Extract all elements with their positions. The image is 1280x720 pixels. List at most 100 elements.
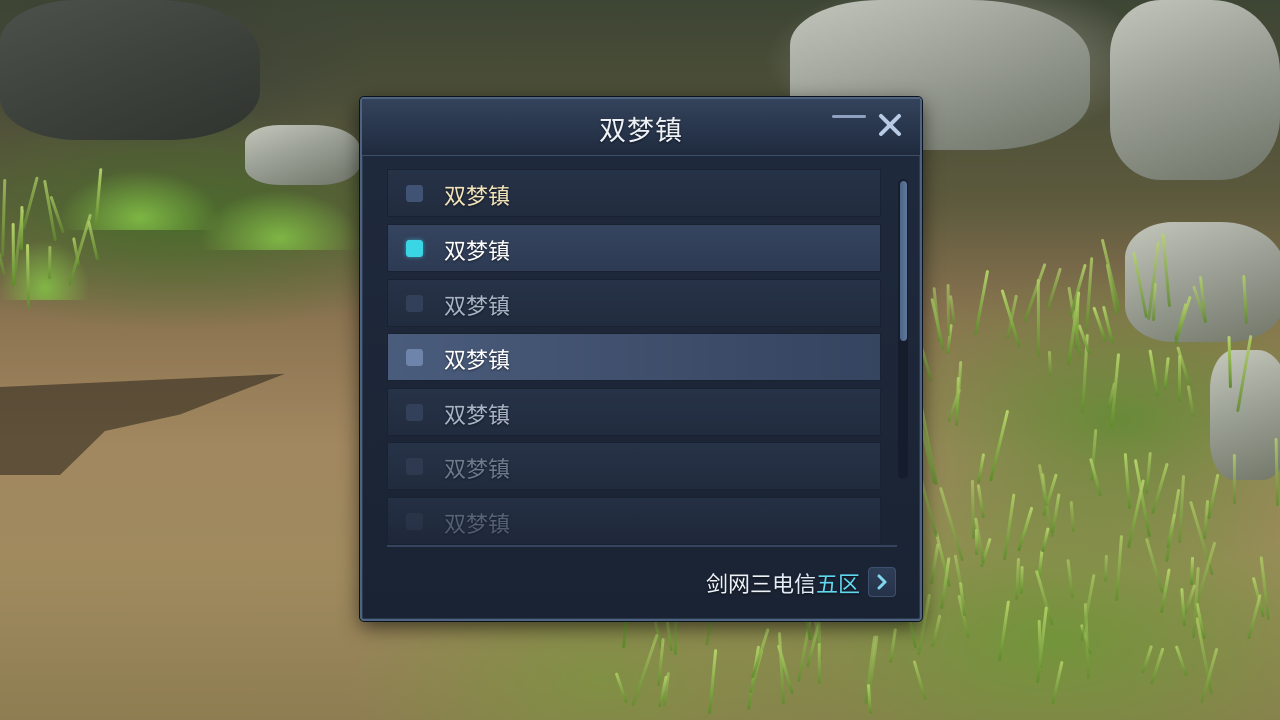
rock-decoration <box>0 0 260 140</box>
grass-blade <box>1114 535 1123 602</box>
grass-blade <box>817 642 822 684</box>
grass-blade <box>1145 452 1153 495</box>
server-arrow-button[interactable] <box>868 567 896 597</box>
scrollbar-thumb[interactable] <box>900 181 907 341</box>
grass-blade <box>1149 647 1165 685</box>
list-item[interactable]: 双梦镇 <box>387 224 881 272</box>
grass-blade <box>976 452 985 484</box>
dialog-titlebar: 双梦镇 <box>362 99 920 156</box>
grass-blade <box>1247 593 1262 640</box>
grass-blade <box>997 600 1010 662</box>
checkbox-icon <box>406 404 423 421</box>
rock-decoration <box>245 125 360 185</box>
grass-blade <box>1036 279 1041 357</box>
close-button[interactable] <box>874 109 906 141</box>
grass-blade <box>1163 357 1171 391</box>
grass-blade <box>976 484 985 519</box>
grass-blade <box>1148 349 1160 397</box>
grass-blade <box>920 348 934 382</box>
grass-blade <box>11 223 15 287</box>
grass-blade <box>1085 257 1094 331</box>
grass-blade <box>1041 472 1049 507</box>
grass-blade <box>1066 558 1074 598</box>
list-item[interactable]: 双梦镇 <box>387 388 881 436</box>
server-game-name: 剑网三 <box>705 573 772 598</box>
grass-blade <box>973 270 989 336</box>
list-item[interactable]: 双梦镇 <box>387 279 881 327</box>
grass-blade <box>1151 462 1170 515</box>
grass-blade <box>19 205 24 250</box>
list-item[interactable]: 双梦镇 <box>387 169 881 217</box>
grass-blade <box>1019 566 1024 595</box>
server-selector[interactable]: 剑网三电信五区 <box>662 565 898 599</box>
grass-blade <box>946 284 951 337</box>
checkbox-icon <box>406 295 423 312</box>
fern-decoration <box>60 170 220 230</box>
server-name: 剑网三电信五区 <box>706 567 860 599</box>
list-item-label: 双梦镇 <box>444 240 511 265</box>
grass-blade <box>708 649 718 715</box>
game-scene-background: 双梦镇 双梦镇 双梦镇 双梦镇 双梦镇 双梦镇 双梦镇 双梦镇 剑网三电信五区 <box>0 0 1280 720</box>
grass-blade <box>1003 493 1016 560</box>
grass-blade <box>1014 558 1020 601</box>
grass-blade <box>931 614 942 647</box>
grass-blade <box>988 409 1009 482</box>
list-item-label: 双梦镇 <box>444 295 511 320</box>
grass-blade <box>1017 506 1034 553</box>
grass-blade <box>1124 452 1132 509</box>
grass-blade <box>630 634 659 708</box>
fern-decoration <box>200 190 360 250</box>
location-select-dialog: 双梦镇 双梦镇 双梦镇 双梦镇 双梦镇 双梦镇 双梦镇 双梦镇 剑网三电信五区 <box>360 97 922 621</box>
list-item-label: 双梦镇 <box>444 404 511 429</box>
grass-blade <box>1206 473 1220 520</box>
checkbox-icon <box>406 185 423 202</box>
minimize-button[interactable] <box>832 113 866 121</box>
grass-blade <box>1000 288 1022 348</box>
list-item-label: 双梦镇 <box>444 513 511 538</box>
grass-blade <box>1141 644 1154 674</box>
server-zone: 五区 <box>815 573 860 598</box>
grass-blade <box>1189 556 1194 585</box>
grass-blade <box>22 176 40 230</box>
grass-blade <box>930 543 940 584</box>
grass-blade <box>1051 661 1064 706</box>
grass-blade <box>1145 537 1165 594</box>
grass-blade <box>912 660 927 701</box>
grass-blade <box>1022 263 1047 323</box>
list-item-label: 双梦镇 <box>444 458 511 483</box>
server-network: 电信 <box>771 573 816 598</box>
grass-blade <box>614 672 628 704</box>
grass-blade <box>751 627 770 679</box>
list-item[interactable]: 双梦镇 <box>387 497 881 545</box>
grass-blade <box>1045 267 1062 311</box>
grass-blade <box>919 406 938 486</box>
checkbox-icon <box>406 513 423 530</box>
grass-blade <box>1232 454 1236 505</box>
grass-blade <box>1047 350 1052 377</box>
grass-blade <box>1100 238 1121 312</box>
list-item[interactable]: 双梦镇 <box>387 442 881 490</box>
checkbox-icon <box>406 240 423 257</box>
checkbox-icon <box>406 349 423 366</box>
grass-blade <box>888 628 897 664</box>
list-divider <box>387 545 897 547</box>
ground-shadow <box>0 373 285 475</box>
grass-blade <box>939 487 965 562</box>
grass-blade <box>1186 384 1195 417</box>
list-item-label: 双梦镇 <box>444 349 511 374</box>
grass-blade <box>1040 527 1050 553</box>
grass-blade <box>47 245 52 280</box>
grass-blade <box>867 683 873 715</box>
list-item[interactable]: 双梦镇 <box>387 333 881 381</box>
grass-blade <box>1174 644 1188 677</box>
list-item-label: 双梦镇 <box>444 185 511 210</box>
grass-blade <box>1177 475 1185 544</box>
rock-decoration <box>1110 0 1280 180</box>
grass-blade <box>1177 355 1181 402</box>
location-list: 双梦镇 双梦镇 双梦镇 双梦镇 双梦镇 双梦镇 双梦镇 <box>387 169 897 549</box>
grass-blade <box>1103 555 1108 582</box>
chevron-right-icon <box>877 574 887 590</box>
grass-blade <box>1069 500 1075 532</box>
close-icon <box>879 114 901 136</box>
checkbox-icon <box>406 458 423 475</box>
